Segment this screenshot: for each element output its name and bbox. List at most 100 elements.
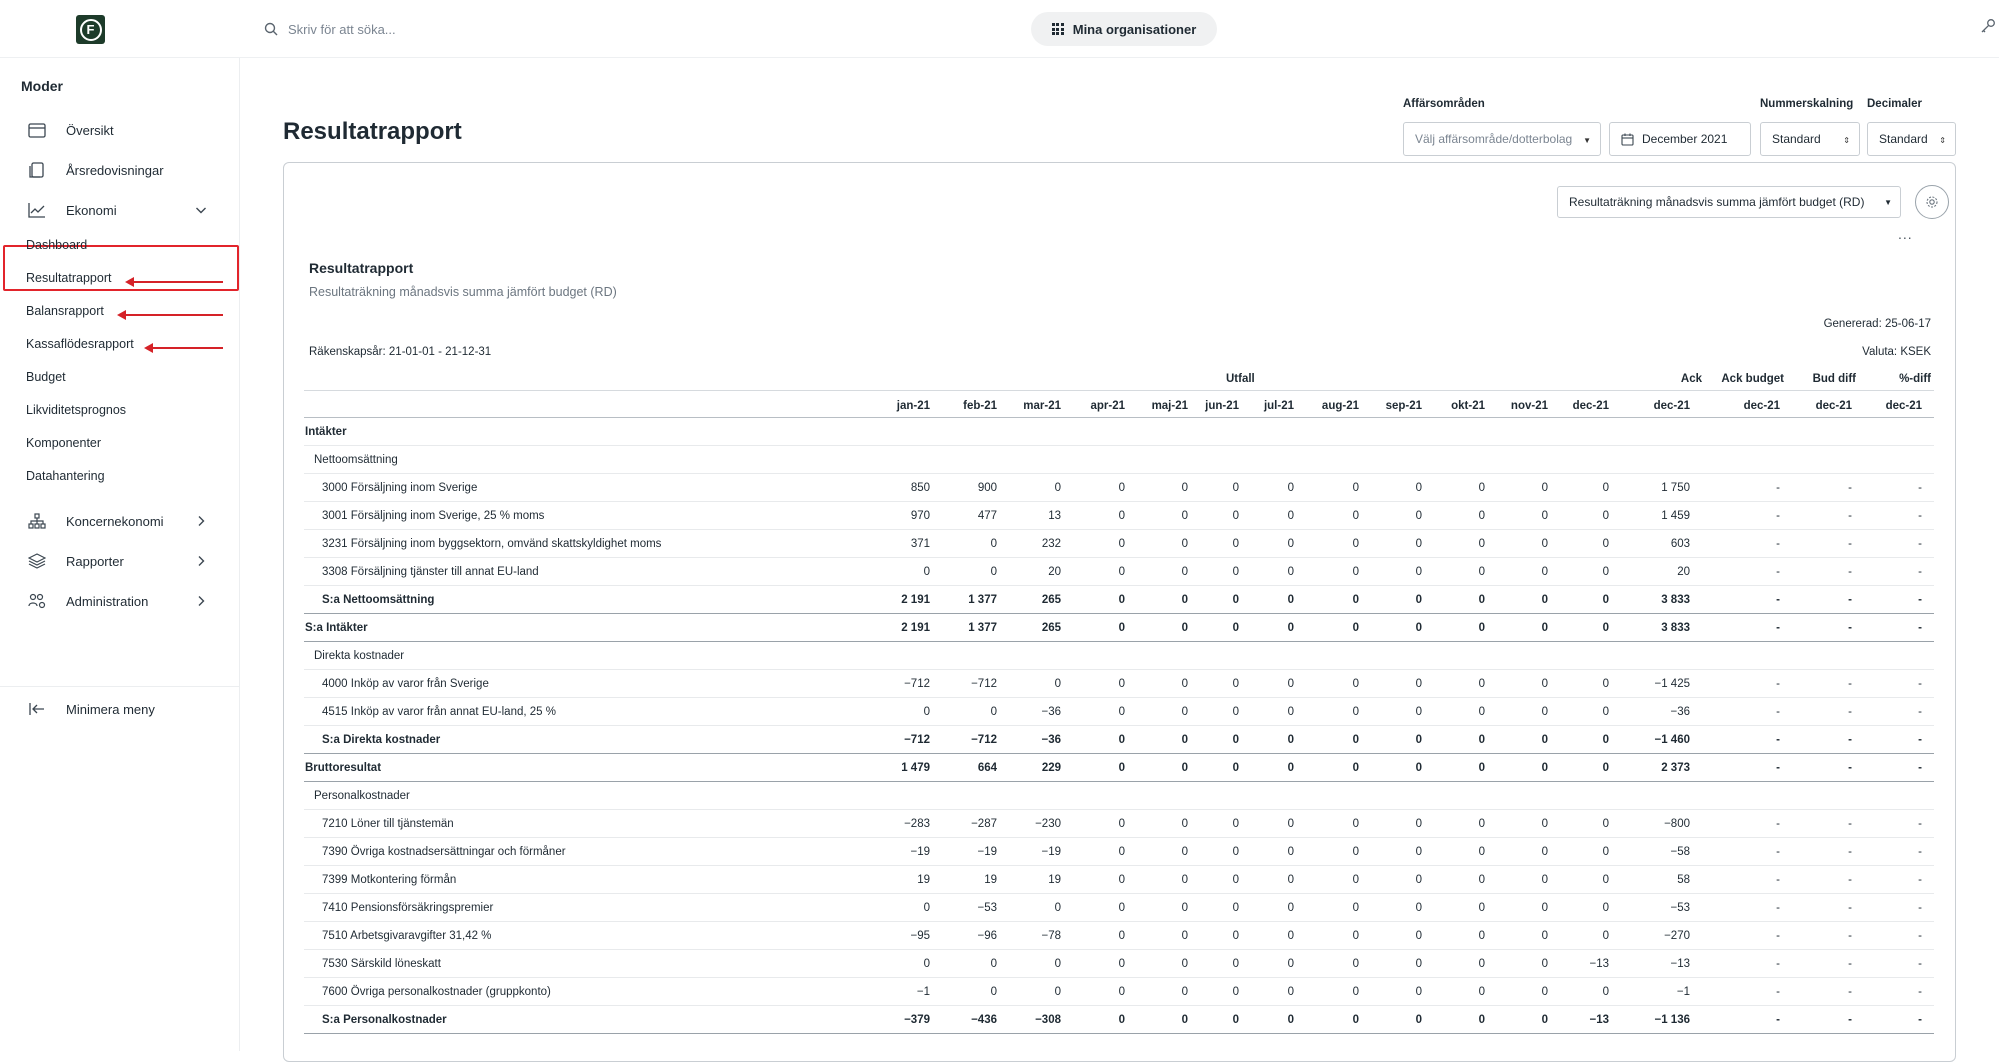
- decimals-value: Standard: [1879, 132, 1928, 146]
- key-icon[interactable]: [1980, 18, 1996, 34]
- table-cell: 3 833: [1661, 594, 1690, 606]
- table-cell: -: [1848, 958, 1852, 970]
- row-label: Personalkostnader: [314, 790, 410, 802]
- more-options-button[interactable]: ...: [1898, 226, 1913, 242]
- chevron-right-icon: [198, 596, 205, 606]
- table-cell: 0: [1352, 706, 1359, 718]
- sidebar-subitem-budget[interactable]: Budget: [26, 370, 66, 384]
- table-cell: 0: [1287, 594, 1294, 606]
- column-header: dec-21: [1815, 400, 1852, 412]
- minimize-menu-label: Minimera meny: [66, 701, 155, 717]
- sidebar-subitem-likviditetsprognos[interactable]: Likviditetsprognos: [26, 403, 126, 417]
- caret-down-icon: ▼: [1583, 136, 1591, 145]
- table-cell: 1 750: [1661, 482, 1690, 494]
- table-cell: 0: [1541, 986, 1548, 998]
- table-cell: -: [1848, 594, 1852, 606]
- app-logo[interactable]: F: [76, 15, 105, 44]
- column-header: mar-21: [1023, 400, 1061, 412]
- table-cell: 0: [1352, 482, 1359, 494]
- decimals-select[interactable]: Standard ⇕: [1867, 122, 1956, 156]
- sidebar-subitem-dashboard[interactable]: Dashboard: [26, 238, 87, 252]
- table-row: Personalkostnader: [304, 782, 1934, 810]
- table-cell: 0: [1181, 762, 1188, 774]
- table-cell: −96: [977, 930, 997, 942]
- my-organisations-button[interactable]: Mina organisationer: [1031, 12, 1217, 46]
- table-cell: 20: [1677, 566, 1690, 578]
- table-cell: 0: [1118, 538, 1125, 550]
- table-cell: 0: [1232, 874, 1239, 886]
- report-currency: Valuta: KSEK: [1862, 346, 1931, 358]
- sidebar-item-koncernekonomi[interactable]: Koncernekonomi: [0, 501, 239, 541]
- scale-select[interactable]: Standard ⇕: [1760, 122, 1860, 156]
- table-cell: −287: [971, 818, 997, 830]
- minimize-menu-button[interactable]: Minimera meny: [0, 689, 239, 729]
- table-cell: 13: [1048, 510, 1061, 522]
- table-cell: 0: [1232, 986, 1239, 998]
- table-cell: -: [1776, 482, 1780, 494]
- table-cell: 0: [1478, 706, 1485, 718]
- report-type-select[interactable]: Resultaträkning månadsvis summa jämfört …: [1557, 186, 1901, 218]
- table-cell: 0: [1118, 818, 1125, 830]
- sidebar-item-oversikt[interactable]: Översikt: [0, 110, 239, 150]
- table-cell: −230: [1035, 818, 1061, 830]
- report-subtitle: Resultaträkning månadsvis summa jämfört …: [309, 285, 617, 299]
- row-label: 3231 Försäljning inom byggsektorn, omvän…: [322, 538, 662, 550]
- table-row: S:a Direkta kostnader −712 −712 −36 0 0 0 0 0 0 0 0…: [304, 726, 1934, 754]
- table-cell: 0: [1181, 930, 1188, 942]
- table-cell: −270: [1664, 930, 1690, 942]
- table-cell: 0: [1415, 818, 1422, 830]
- sidebar-subitem-kassaflodesrapport[interactable]: Kassaflödesrapport: [26, 337, 134, 351]
- table-cell: 0: [1054, 986, 1061, 998]
- table-cell: -: [1848, 986, 1852, 998]
- table-cell: 0: [1287, 986, 1294, 998]
- row-label: 3001 Försäljning inom Sverige, 25 % moms: [322, 510, 545, 522]
- date-picker[interactable]: December 2021: [1609, 122, 1751, 156]
- table-cell: 0: [1478, 818, 1485, 830]
- table-cell: −800: [1664, 818, 1690, 830]
- column-header: dec-21: [1572, 400, 1609, 412]
- column-header: okt-21: [1451, 400, 1485, 412]
- sidebar-item-arsredovisningar[interactable]: Årsredovisningar: [0, 150, 239, 190]
- sidebar-item-rapporter[interactable]: Rapporter: [0, 541, 239, 581]
- table-cell: 0: [1287, 538, 1294, 550]
- column-header: jan-21: [896, 400, 930, 412]
- row-label: 7410 Pensionsförsäkringspremier: [322, 902, 494, 914]
- table-cell: 0: [1415, 566, 1422, 578]
- sidebar-subitem-datahantering[interactable]: Datahantering: [26, 469, 105, 483]
- sidebar-title: Moder: [21, 78, 63, 94]
- search-bar[interactable]: Skriv för att söka...: [264, 18, 684, 40]
- search-input[interactable]: Skriv för att söka...: [288, 22, 396, 37]
- table-cell: 0: [1181, 510, 1188, 522]
- sidebar-subitem-resultatrapport[interactable]: Resultatrapport: [26, 271, 111, 285]
- table-row: Bruttoresultat 1 479 664 229 0 0 0 0 0 0 0 0 0 2 373 -…: [304, 754, 1934, 782]
- table-cell: -: [1918, 818, 1922, 830]
- settings-button[interactable]: [1915, 185, 1949, 219]
- table-cell: -: [1918, 678, 1922, 690]
- row-label: Nettoomsättning: [314, 454, 398, 466]
- table-cell: 0: [1118, 986, 1125, 998]
- table-cell: 1 479: [901, 762, 930, 774]
- sidebar-item-ekonomi[interactable]: Ekonomi: [0, 190, 239, 230]
- table-row: Intäkter: [304, 418, 1934, 446]
- table-cell: 0: [1415, 762, 1422, 774]
- sidebar-item-administration[interactable]: Administration: [0, 581, 239, 621]
- table-cell: 0: [1602, 566, 1609, 578]
- table-cell: −13: [1589, 1014, 1609, 1026]
- table-cell: 0: [1415, 706, 1422, 718]
- sidebar-subitem-balansrapport[interactable]: Balansrapport: [26, 304, 104, 318]
- area-select[interactable]: Välj affärsområde/dotterbolag ▼: [1403, 122, 1601, 156]
- row-label: 7510 Arbetsgivaravgifter 31,42 %: [322, 930, 492, 942]
- report-type-value: Resultaträkning månadsvis summa jämfört …: [1569, 195, 1865, 209]
- table-cell: 0: [1541, 594, 1548, 606]
- table-cell: -: [1848, 930, 1852, 942]
- calendar-icon: [1621, 133, 1634, 146]
- table-cell: 0: [1232, 538, 1239, 550]
- table-cell: −436: [971, 1014, 997, 1026]
- table-cell: −283: [904, 818, 930, 830]
- table-cell: -: [1848, 818, 1852, 830]
- sidebar-subitem-komponenter[interactable]: Komponenter: [26, 436, 101, 450]
- table-cell: 0: [1181, 874, 1188, 886]
- table-cell: 0: [1232, 678, 1239, 690]
- table-cell: 371: [910, 538, 930, 550]
- table-cell: −36: [1041, 734, 1061, 746]
